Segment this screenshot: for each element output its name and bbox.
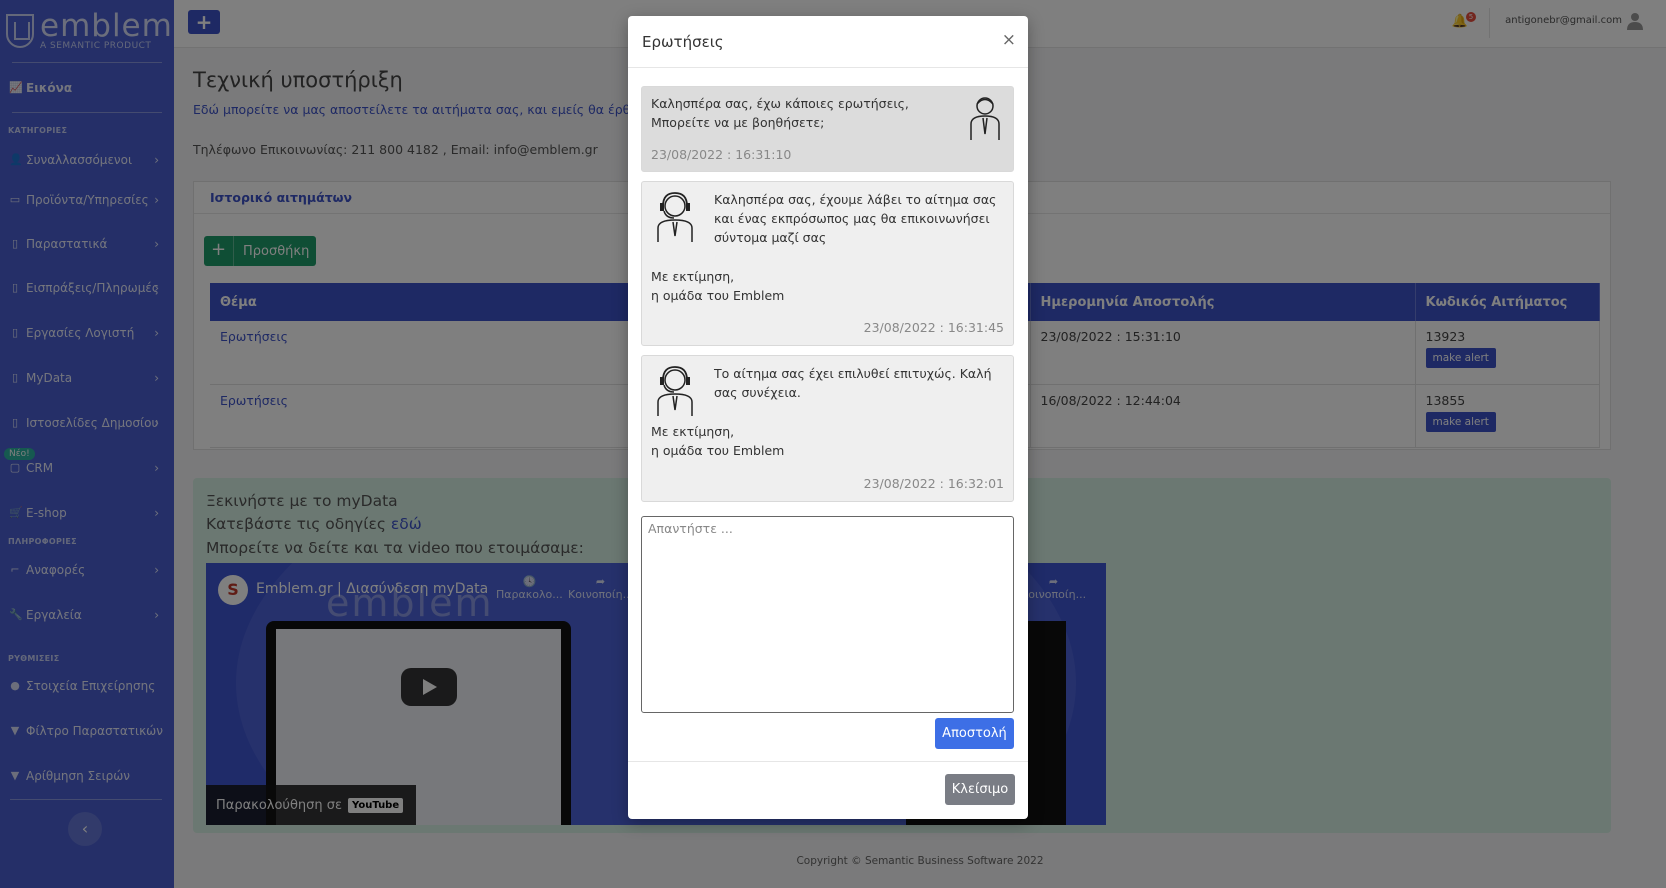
message-support: Καλησπέρα σας, έχουμε λάβει το αίτημα σα… [641, 181, 1014, 346]
reply-textarea[interactable] [641, 516, 1014, 713]
message-text: Καλησπέρα σας, έχουμε λάβει το αίτημα σα… [714, 192, 997, 245]
message-signoff: Με εκτίμηση, [651, 269, 735, 284]
message-signoff: Με εκτίμηση, [651, 424, 735, 439]
send-button[interactable]: Αποστολή [935, 718, 1014, 749]
support-agent-icon [657, 366, 693, 416]
message-signature: η ομάδα του Emblem [651, 288, 785, 303]
message-signature: η ομάδα του Emblem [651, 443, 785, 458]
message-text: Το αίτημα σας έχει επιλυθεί επιτυχώς. Κα… [714, 366, 992, 400]
close-button[interactable]: Κλείσιμο [945, 774, 1015, 805]
user-avatar-icon [970, 97, 1000, 140]
message-timestamp: 23/08/2022 : 16:32:01 [863, 476, 1004, 491]
modal-footer-divider [628, 761, 1028, 762]
message-support: Το αίτημα σας έχει επιλυθεί επιτυχώς. Κα… [641, 355, 1014, 502]
modal-header: Ερωτήσεις × [628, 16, 1028, 68]
message-line: Μπορείτε να με βοηθήσετε; [651, 115, 825, 130]
message-line: Καλησπέρα σας, έχω κάποιες ερωτήσεις, [651, 96, 909, 111]
modal-title: Ερωτήσεις [642, 32, 724, 51]
conversation-modal: Ερωτήσεις × Καλησπέρα σας, έχω κάποιες ε… [628, 16, 1028, 819]
message-timestamp: 23/08/2022 : 16:31:45 [863, 320, 1004, 335]
message-user: Καλησπέρα σας, έχω κάποιες ερωτήσεις, Μπ… [641, 86, 1014, 172]
close-icon[interactable]: × [1002, 30, 1016, 50]
support-agent-icon [657, 192, 693, 242]
message-timestamp: 23/08/2022 : 16:31:10 [651, 147, 792, 162]
